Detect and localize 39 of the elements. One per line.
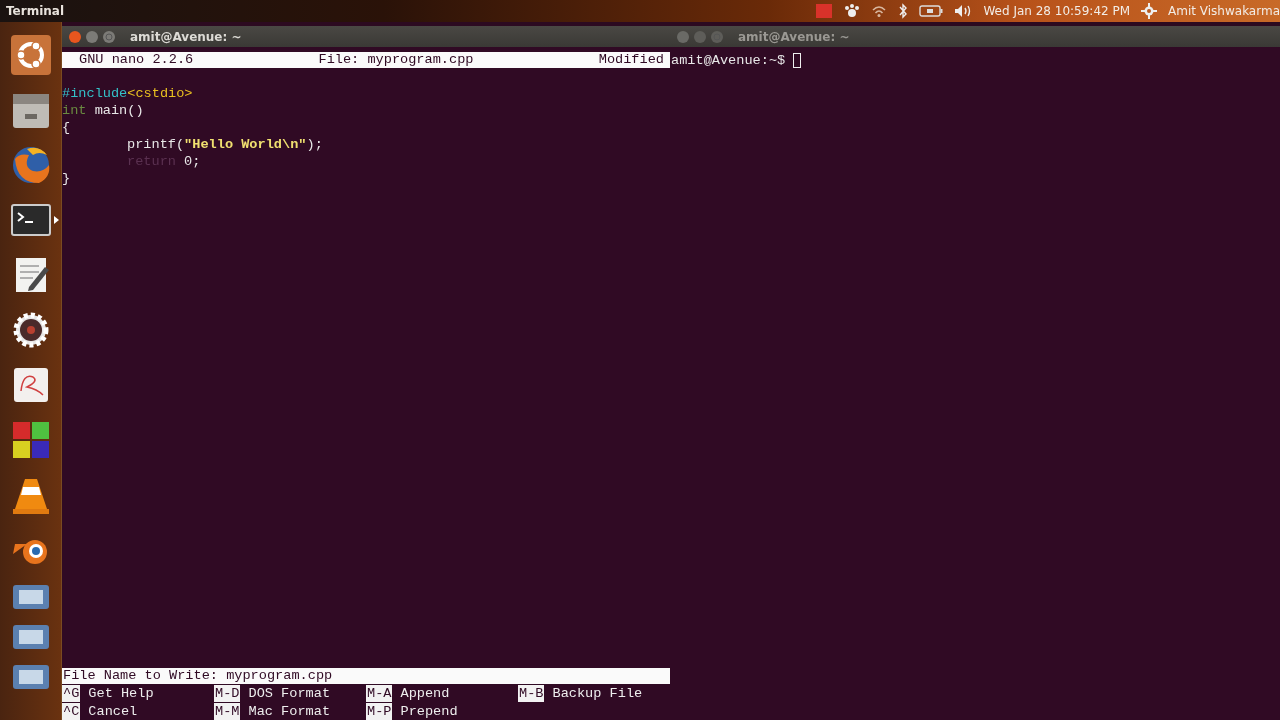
app-title: Terminal — [6, 4, 65, 18]
shortcut-key: M-M — [214, 703, 241, 720]
text-cursor — [793, 53, 802, 68]
window-title: amit@Avenue: ~ — [738, 29, 850, 44]
ubuntu-logo-icon[interactable] — [8, 32, 53, 77]
maximize-icon[interactable] — [102, 29, 116, 44]
clock[interactable]: Wed Jan 28 10:59:42 PM — [983, 4, 1131, 18]
editor-version: GNU nano 2.2.6 — [79, 52, 194, 68]
shortcut-label: Get Help — [88, 685, 154, 702]
shortcut-key: ^G — [62, 685, 81, 702]
shortcut-key: M-B — [518, 685, 545, 702]
shortcut-key: M-D — [214, 685, 241, 702]
shortcut-label: Prepend — [400, 703, 458, 720]
shortcut-label: DOS Format — [248, 685, 331, 702]
shortcut-key: M-A — [366, 685, 393, 702]
user-name[interactable]: Amit Vishwakarma — [1168, 4, 1280, 18]
shortcut-key: M-P — [366, 703, 393, 720]
paw-icon[interactable] — [844, 3, 861, 19]
window-title: amit@Avenue: ~ — [130, 29, 242, 44]
modified-status: Modified — [598, 52, 664, 68]
filename-prompt[interactable]: File Name to Write: myprogram.cpp — [62, 668, 670, 684]
wifi-icon[interactable] — [871, 4, 888, 18]
code-line: int main() — [62, 102, 144, 119]
battery-icon[interactable] — [919, 5, 944, 17]
shortcut-label: Append — [400, 685, 450, 702]
shortcut-label: Backup File — [552, 685, 643, 702]
code-line: } — [62, 170, 71, 187]
code-line: #include<cstdio> — [62, 85, 193, 102]
shortcut-label: Mac Format — [248, 703, 331, 720]
bluetooth-icon[interactable] — [898, 3, 909, 19]
code-line: { — [62, 119, 71, 136]
close-icon[interactable] — [68, 29, 82, 44]
settings-icon[interactable] — [1141, 3, 1158, 19]
code-line: printf("Hello World\n"); — [127, 136, 323, 153]
shell-prompt: amit@Avenue:~$ — [671, 52, 786, 69]
shortcut-key: ^C — [62, 703, 81, 720]
shortcut-label: Cancel — [88, 703, 138, 720]
file-name: File: myprogram.cpp — [318, 52, 474, 68]
minimize-icon[interactable] — [85, 29, 99, 44]
